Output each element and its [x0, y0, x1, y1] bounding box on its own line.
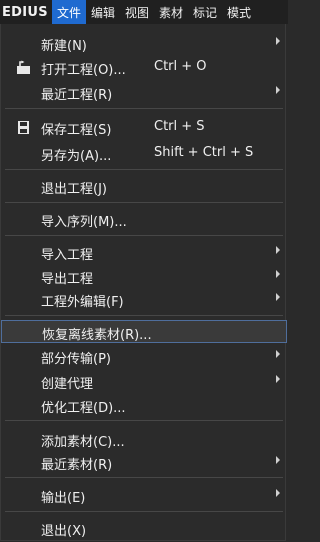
- menu-item-shortcut: Ctrl + S: [154, 119, 205, 134]
- menu-item-label: 导入序列(M)...: [41, 215, 127, 230]
- menu-item-new[interactable]: 新建(N): [1, 32, 287, 55]
- menu-item-import-sequence[interactable]: 导入序列(M)...: [1, 208, 287, 231]
- menu-item-add-clip[interactable]: 添加素材(C)...: [1, 428, 287, 451]
- menu-marker[interactable]: 标记: [188, 0, 222, 24]
- menu-item-shortcut: Shift + Ctrl + S: [154, 145, 254, 160]
- app-brand: EDIUS: [2, 4, 48, 20]
- menu-separator: [5, 511, 283, 512]
- menu-item-label: 添加素材(C)...: [41, 435, 125, 450]
- menu-item-exit-project[interactable]: 退出工程(J): [1, 175, 287, 198]
- menu-item-label: 退出(X): [41, 524, 87, 539]
- menu-item-open-project[interactable]: 打开工程(O)... Ctrl + O: [1, 56, 287, 79]
- menu-item-label: 优化工程(D)...: [41, 401, 126, 416]
- menu-item-label: 最近素材(R): [41, 458, 113, 473]
- open-folder-icon: [17, 60, 30, 74]
- menu-item-save-project[interactable]: 保存工程(S) Ctrl + S: [1, 116, 287, 139]
- menu-item-partial-transfer[interactable]: 部分传输(P): [1, 345, 287, 368]
- menu-item-output[interactable]: 输出(E): [1, 484, 287, 507]
- submenu-arrow-icon: [276, 456, 280, 464]
- menu-item-label: 导出工程: [41, 272, 94, 287]
- floppy-disk-icon: [18, 121, 29, 134]
- menu-separator: [5, 315, 283, 316]
- menu-item-label: 恢复离线素材(R)...: [42, 328, 152, 343]
- menu-item-label: 部分传输(P): [41, 352, 111, 367]
- menu-edit[interactable]: 编辑: [86, 0, 120, 24]
- menu-item-create-proxy[interactable]: 创建代理: [1, 370, 287, 393]
- menu-item-label: 创建代理: [41, 377, 94, 392]
- menu-separator: [5, 108, 283, 109]
- menu-item-optimize-project[interactable]: 优化工程(D)...: [1, 394, 287, 417]
- menu-item-label: 打开工程(O)...: [41, 63, 126, 78]
- file-menu-dropdown: 新建(N) 打开工程(O)... Ctrl + O 最近工程(R) 保存工程(S…: [0, 24, 287, 541]
- menu-bar: EDIUS 文件 编辑 视图 素材 标记 模式: [0, 0, 288, 24]
- menu-file[interactable]: 文件: [51, 0, 86, 24]
- menu-clip[interactable]: 素材: [154, 0, 188, 24]
- menu-item-recent-clips[interactable]: 最近素材(R): [1, 451, 287, 474]
- menu-separator: [5, 477, 283, 478]
- submenu-arrow-icon: [276, 489, 280, 497]
- menu-item-save-as[interactable]: 另存为(A)... Shift + Ctrl + S: [1, 142, 287, 165]
- menu-view[interactable]: 视图: [120, 0, 154, 24]
- menu-item-label: 输出(E): [41, 491, 86, 506]
- submenu-arrow-icon: [276, 246, 280, 254]
- submenu-arrow-icon: [276, 350, 280, 358]
- submenu-arrow-icon: [276, 375, 280, 383]
- menu-item-restore-offline[interactable]: 恢复离线素材(R)...: [1, 320, 287, 343]
- menu-item-exit[interactable]: 退出(X): [1, 517, 287, 540]
- submenu-arrow-icon: [276, 86, 280, 94]
- submenu-arrow-icon: [276, 293, 280, 301]
- submenu-arrow-icon: [276, 270, 280, 278]
- menu-item-export-project[interactable]: 导出工程: [1, 265, 287, 288]
- menu-item-recent-projects[interactable]: 最近工程(R): [1, 81, 287, 104]
- menu-separator: [5, 202, 283, 203]
- menu-item-label: 退出工程(J): [41, 182, 107, 197]
- menu-item-shortcut: Ctrl + O: [154, 59, 207, 74]
- menu-separator: [5, 235, 283, 236]
- menu-mode[interactable]: 模式: [222, 0, 256, 24]
- menu-separator: [5, 420, 283, 421]
- menu-item-import-project[interactable]: 导入工程: [1, 241, 287, 264]
- menu-item-label: 另存为(A)...: [41, 149, 112, 164]
- menu-item-label: 工程外编辑(F): [41, 295, 124, 310]
- menu-item-label: 保存工程(S): [41, 123, 112, 138]
- submenu-arrow-icon: [276, 37, 280, 45]
- menu-item-external-edit[interactable]: 工程外编辑(F): [1, 288, 287, 311]
- menu-item-label: 新建(N): [41, 39, 87, 54]
- menu-item-label: 导入工程: [41, 248, 94, 263]
- menu-item-label: 最近工程(R): [41, 88, 113, 103]
- menu-separator: [5, 169, 283, 170]
